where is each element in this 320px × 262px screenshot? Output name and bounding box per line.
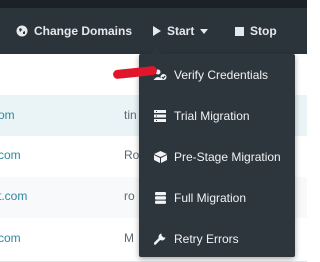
play-icon (152, 26, 161, 36)
menu-item-label: Verify Credentials (174, 67, 269, 82)
table-cell-domain[interactable]: om (0, 109, 15, 121)
table-cell-name: tin (124, 108, 137, 122)
stop-button[interactable]: Stop (235, 8, 277, 54)
change-domains-button[interactable]: Change Domains (16, 8, 132, 54)
table-cell-domain[interactable]: com (0, 149, 21, 161)
stop-label: Stop (250, 24, 277, 38)
menu-item-verify-credentials[interactable]: Verify Credentials (139, 54, 295, 95)
list-icon (153, 109, 167, 123)
menu-item-full-migration[interactable]: Full Migration (139, 177, 295, 218)
table-cell-domain[interactable]: t.com (0, 190, 27, 202)
database-icon (153, 191, 167, 205)
menu-item-label: Pre-Stage Migration (174, 149, 281, 164)
wrench-icon (153, 232, 167, 246)
menu-item-label: Retry Errors (174, 231, 239, 246)
stop-square-icon (235, 26, 244, 36)
change-domains-label: Change Domains (34, 24, 133, 38)
start-dropdown-menu: Verify Credentials Trial Migration Pre-S… (139, 48, 295, 259)
start-label: Start (167, 24, 195, 38)
menu-item-label: Trial Migration (174, 108, 250, 123)
menu-item-pre-stage-migration[interactable]: Pre-Stage Migration (139, 136, 295, 177)
table-cell-name: ro (124, 189, 135, 203)
cube-icon (153, 150, 167, 164)
table-cell-name: M (124, 231, 134, 245)
globe-icon (16, 25, 28, 37)
caret-down-icon (200, 28, 209, 34)
menu-item-retry-errors[interactable]: Retry Errors (139, 218, 295, 259)
table-cell-domain[interactable]: com (0, 232, 21, 244)
menu-item-label: Full Migration (174, 190, 247, 205)
table-cell-name: Ro (124, 148, 140, 162)
top-strip (0, 0, 307, 8)
menu-item-trial-migration[interactable]: Trial Migration (139, 95, 295, 136)
